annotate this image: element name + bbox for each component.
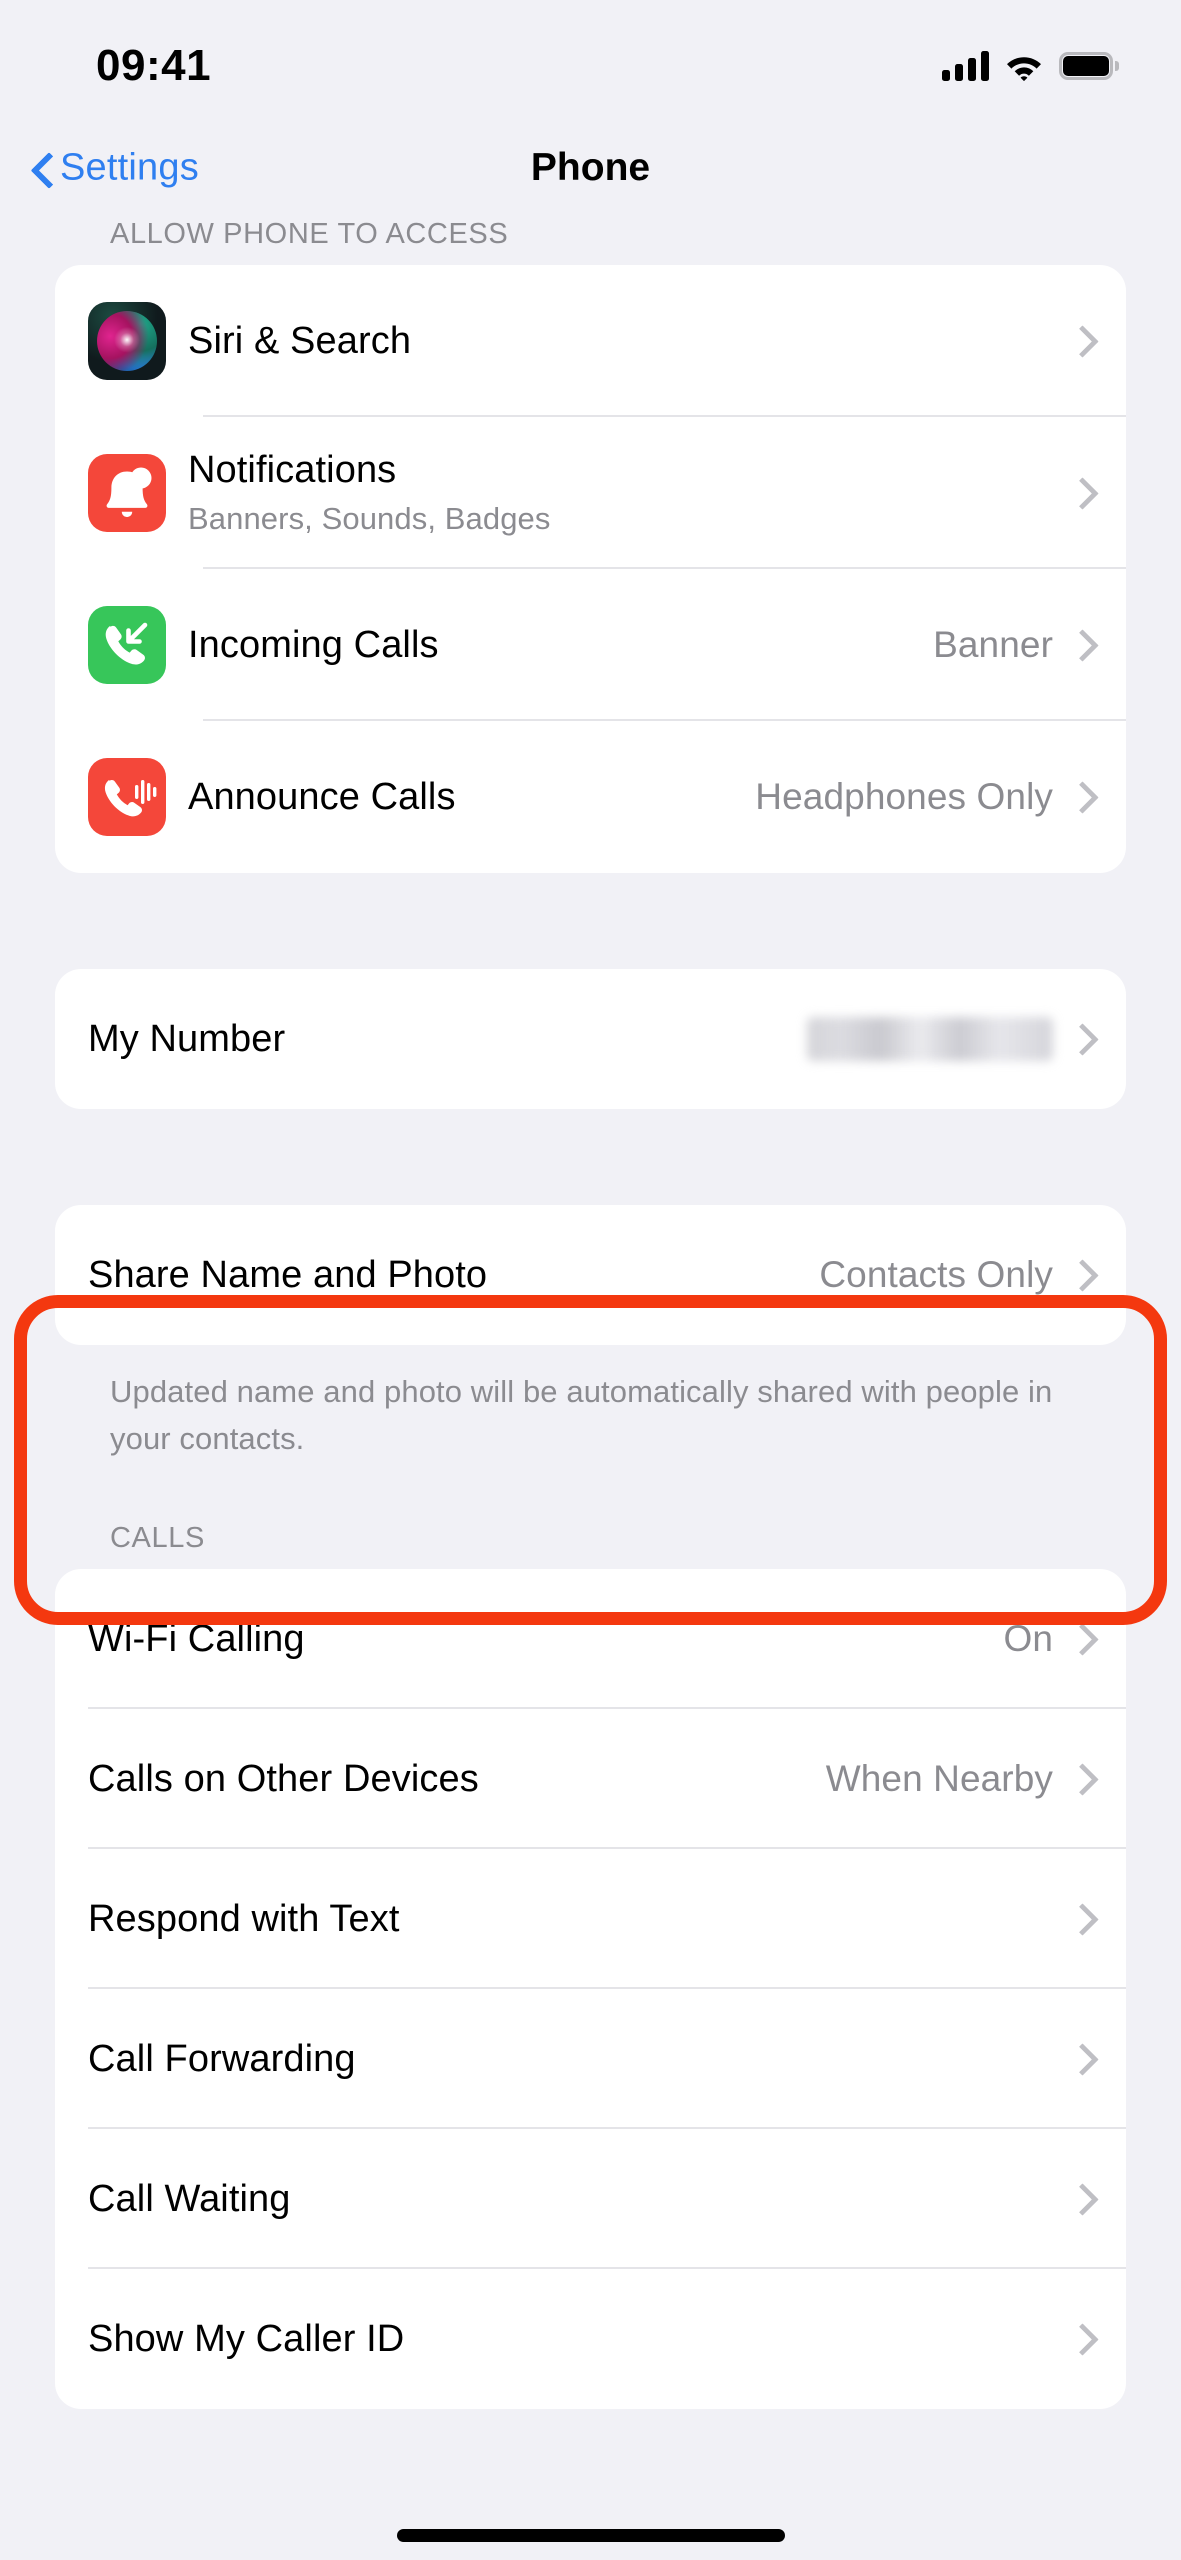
settings-row-notifications[interactable]: Notifications Banners, Sounds, Badges bbox=[55, 417, 1126, 569]
row-text: Show My Caller ID bbox=[88, 2318, 1071, 2361]
row-title: Siri & Search bbox=[188, 319, 412, 362]
row-text: Share Name and Photo bbox=[88, 1254, 819, 1297]
settings-row-show-my-caller-id[interactable]: Show My Caller ID bbox=[55, 2269, 1126, 2409]
row-text: My Number bbox=[88, 1018, 807, 1061]
row-title: Announce Calls bbox=[188, 775, 456, 818]
chevron-right-icon bbox=[1071, 1024, 1088, 1054]
settings-row-share-name-and-photo[interactable]: Share Name and Photo Contacts Only bbox=[55, 1205, 1126, 1345]
row-subtitle: Banners, Sounds, Badges bbox=[188, 500, 551, 536]
settings-row-announce-calls[interactable]: Announce Calls Headphones Only bbox=[55, 721, 1126, 873]
row-title: Call Forwarding bbox=[88, 2037, 356, 2080]
row-title: Call Waiting bbox=[88, 2177, 291, 2220]
settings-row-call-forwarding[interactable]: Call Forwarding bbox=[55, 1989, 1126, 2129]
chevron-right-icon bbox=[1071, 2184, 1088, 2214]
status-bar-indicators bbox=[942, 51, 1119, 81]
row-text: Announce Calls bbox=[188, 776, 755, 819]
row-title: Share Name and Photo bbox=[88, 1253, 488, 1296]
chevron-right-icon bbox=[1071, 1904, 1088, 1934]
row-value: When Nearby bbox=[825, 1758, 1053, 1799]
incoming-call-icon bbox=[88, 606, 166, 684]
status-bar-time: 09:41 bbox=[96, 41, 212, 90]
settings-group-my-number: My Number bbox=[55, 969, 1126, 1109]
chevron-right-icon bbox=[1071, 478, 1088, 508]
row-title: Incoming Calls bbox=[188, 623, 439, 666]
group-footer-share-name-photo: Updated name and photo will be automatic… bbox=[110, 1374, 1053, 1456]
row-title: Respond with Text bbox=[88, 1897, 400, 1940]
chevron-right-icon bbox=[1071, 1624, 1088, 1654]
row-title: Notifications bbox=[188, 449, 397, 492]
row-title: Show My Caller ID bbox=[88, 2317, 405, 2360]
cellular-signal-icon bbox=[942, 51, 989, 81]
redacted-phone-number bbox=[807, 1017, 1053, 1061]
chevron-right-icon bbox=[1071, 1260, 1088, 1290]
settings-row-respond-with-text[interactable]: Respond with Text bbox=[55, 1849, 1126, 1989]
row-title: Calls on Other Devices bbox=[88, 1757, 479, 1800]
row-text: Calls on Other Devices bbox=[88, 1758, 826, 1801]
announce-calls-icon bbox=[88, 758, 166, 836]
navigation-bar: Settings Phone bbox=[0, 118, 1181, 218]
settings-row-calls-on-other-devices[interactable]: Calls on Other Devices When Nearby bbox=[55, 1709, 1126, 1849]
row-value: Contacts Only bbox=[819, 1254, 1053, 1295]
row-text: Wi-Fi Calling bbox=[88, 1618, 1003, 1661]
settings-group-calls: Wi-Fi Calling On Calls on Other Devices … bbox=[55, 1569, 1126, 2409]
settings-row-incoming-calls[interactable]: Incoming Calls Banner bbox=[55, 569, 1126, 721]
row-text: Respond with Text bbox=[88, 1898, 1071, 1941]
home-indicator bbox=[396, 2529, 785, 2542]
chevron-right-icon bbox=[1071, 2324, 1088, 2354]
row-text: Call Forwarding bbox=[88, 2038, 1071, 2081]
status-bar: 09:41 bbox=[0, 0, 1181, 118]
page-title: Phone bbox=[530, 146, 651, 189]
settings-group-allow-access: Siri & Search Notifications Banners, Sou… bbox=[55, 265, 1126, 873]
battery-full-icon bbox=[1059, 52, 1119, 80]
chevron-right-icon bbox=[1071, 326, 1088, 356]
chevron-right-icon bbox=[1071, 1764, 1088, 1794]
row-value: On bbox=[1003, 1618, 1053, 1659]
settings-row-call-waiting[interactable]: Call Waiting bbox=[55, 2129, 1126, 2269]
row-value: Headphones Only bbox=[755, 776, 1053, 817]
row-text: Siri & Search bbox=[188, 320, 1071, 363]
section-header-allow-access: ALLOW PHONE TO ACCESS bbox=[110, 218, 509, 250]
row-value: Banner bbox=[933, 624, 1053, 665]
row-text: Incoming Calls bbox=[188, 624, 933, 667]
chevron-right-icon bbox=[1071, 630, 1088, 660]
chevron-right-icon bbox=[1071, 782, 1088, 812]
section-header-calls: CALLS bbox=[110, 1522, 205, 1554]
notifications-bell-icon bbox=[88, 454, 166, 532]
settings-row-my-number[interactable]: My Number bbox=[55, 969, 1126, 1109]
settings-row-wifi-calling[interactable]: Wi-Fi Calling On bbox=[55, 1569, 1126, 1709]
settings-group-share-name-photo: Share Name and Photo Contacts Only bbox=[55, 1205, 1126, 1345]
settings-scroll-view[interactable]: ALLOW PHONE TO ACCESS Siri & Search Noti… bbox=[0, 218, 1181, 2560]
wifi-icon bbox=[1007, 57, 1041, 81]
chevron-right-icon bbox=[1071, 2044, 1088, 2074]
row-title: My Number bbox=[88, 1017, 286, 1060]
row-text: Notifications Banners, Sounds, Badges bbox=[188, 449, 1071, 537]
row-title: Wi-Fi Calling bbox=[88, 1617, 305, 1660]
siri-icon bbox=[88, 302, 166, 380]
settings-row-siri-and-search[interactable]: Siri & Search bbox=[55, 265, 1126, 417]
row-text: Call Waiting bbox=[88, 2178, 1071, 2221]
iphone-screen: 09:41 Settings Phone ALLOW PHONE TO ACCE… bbox=[0, 0, 1181, 2560]
